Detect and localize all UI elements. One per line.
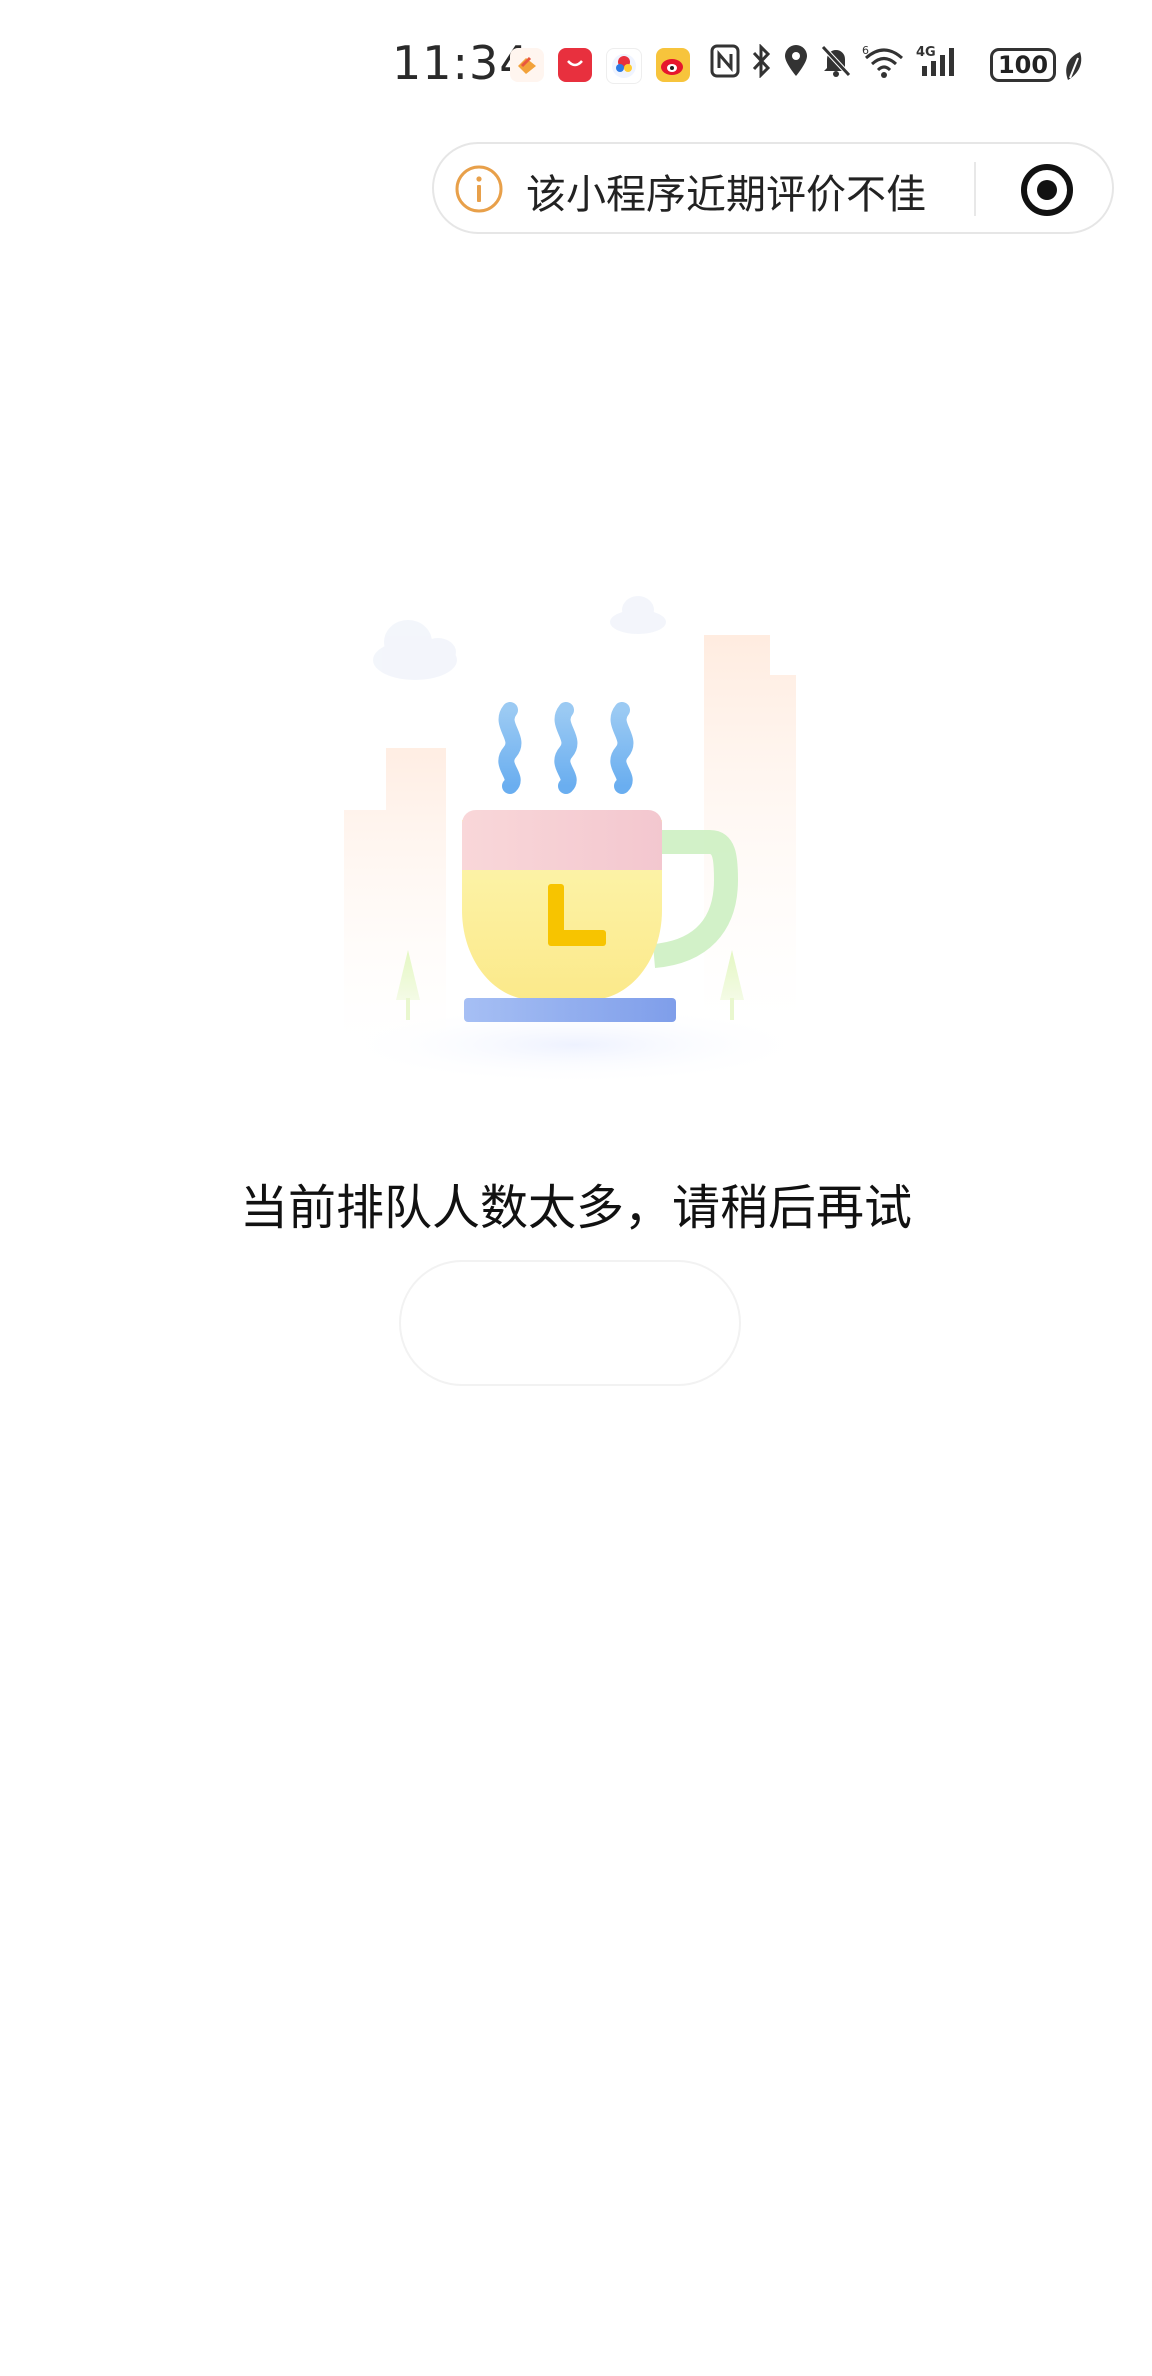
retry-button[interactable]: [399, 1260, 741, 1386]
info-icon[interactable]: [454, 164, 504, 214]
miniprogram-capsule: 该小程序近期评价不佳: [432, 142, 1114, 234]
steam: [498, 702, 634, 794]
building-left: [344, 748, 446, 1040]
close-miniprogram-icon[interactable]: [1019, 162, 1075, 218]
notification-icons: [510, 48, 690, 84]
cloud-right: [610, 596, 666, 634]
nfc-icon: [710, 44, 740, 78]
low-rating-warning[interactable]: 该小程序近期评价不佳: [526, 162, 926, 220]
cloud-left: [373, 620, 457, 680]
wifi-icon: 6: [862, 44, 906, 78]
location-icon: [782, 44, 810, 78]
network-label: 4G: [916, 45, 936, 60]
cup-rim: [462, 810, 662, 870]
capsule-divider: [974, 162, 976, 216]
building-right: [704, 635, 796, 1020]
health-app-icon: [510, 48, 544, 82]
signal-icon: 4G: [916, 44, 962, 78]
status-bar: 11:34 6 4G 100: [0, 0, 1152, 130]
system-icons: 6 4G: [710, 44, 962, 78]
leaf-icon: [1062, 50, 1084, 86]
game-app-icon: [606, 48, 642, 84]
bluetooth-icon: [750, 44, 772, 78]
weibo-icon: [656, 48, 690, 82]
mute-icon: [820, 44, 852, 78]
battery-icon: 100: [990, 48, 1056, 82]
huawei-store-icon: [558, 48, 592, 82]
queue-busy-message: 当前排队人数太多，请稍后再试: [239, 1180, 912, 1236]
coffee-cup-waiting-illustration: [320, 580, 820, 1100]
status-time: 11:34: [392, 36, 530, 90]
saucer: [464, 998, 676, 1022]
